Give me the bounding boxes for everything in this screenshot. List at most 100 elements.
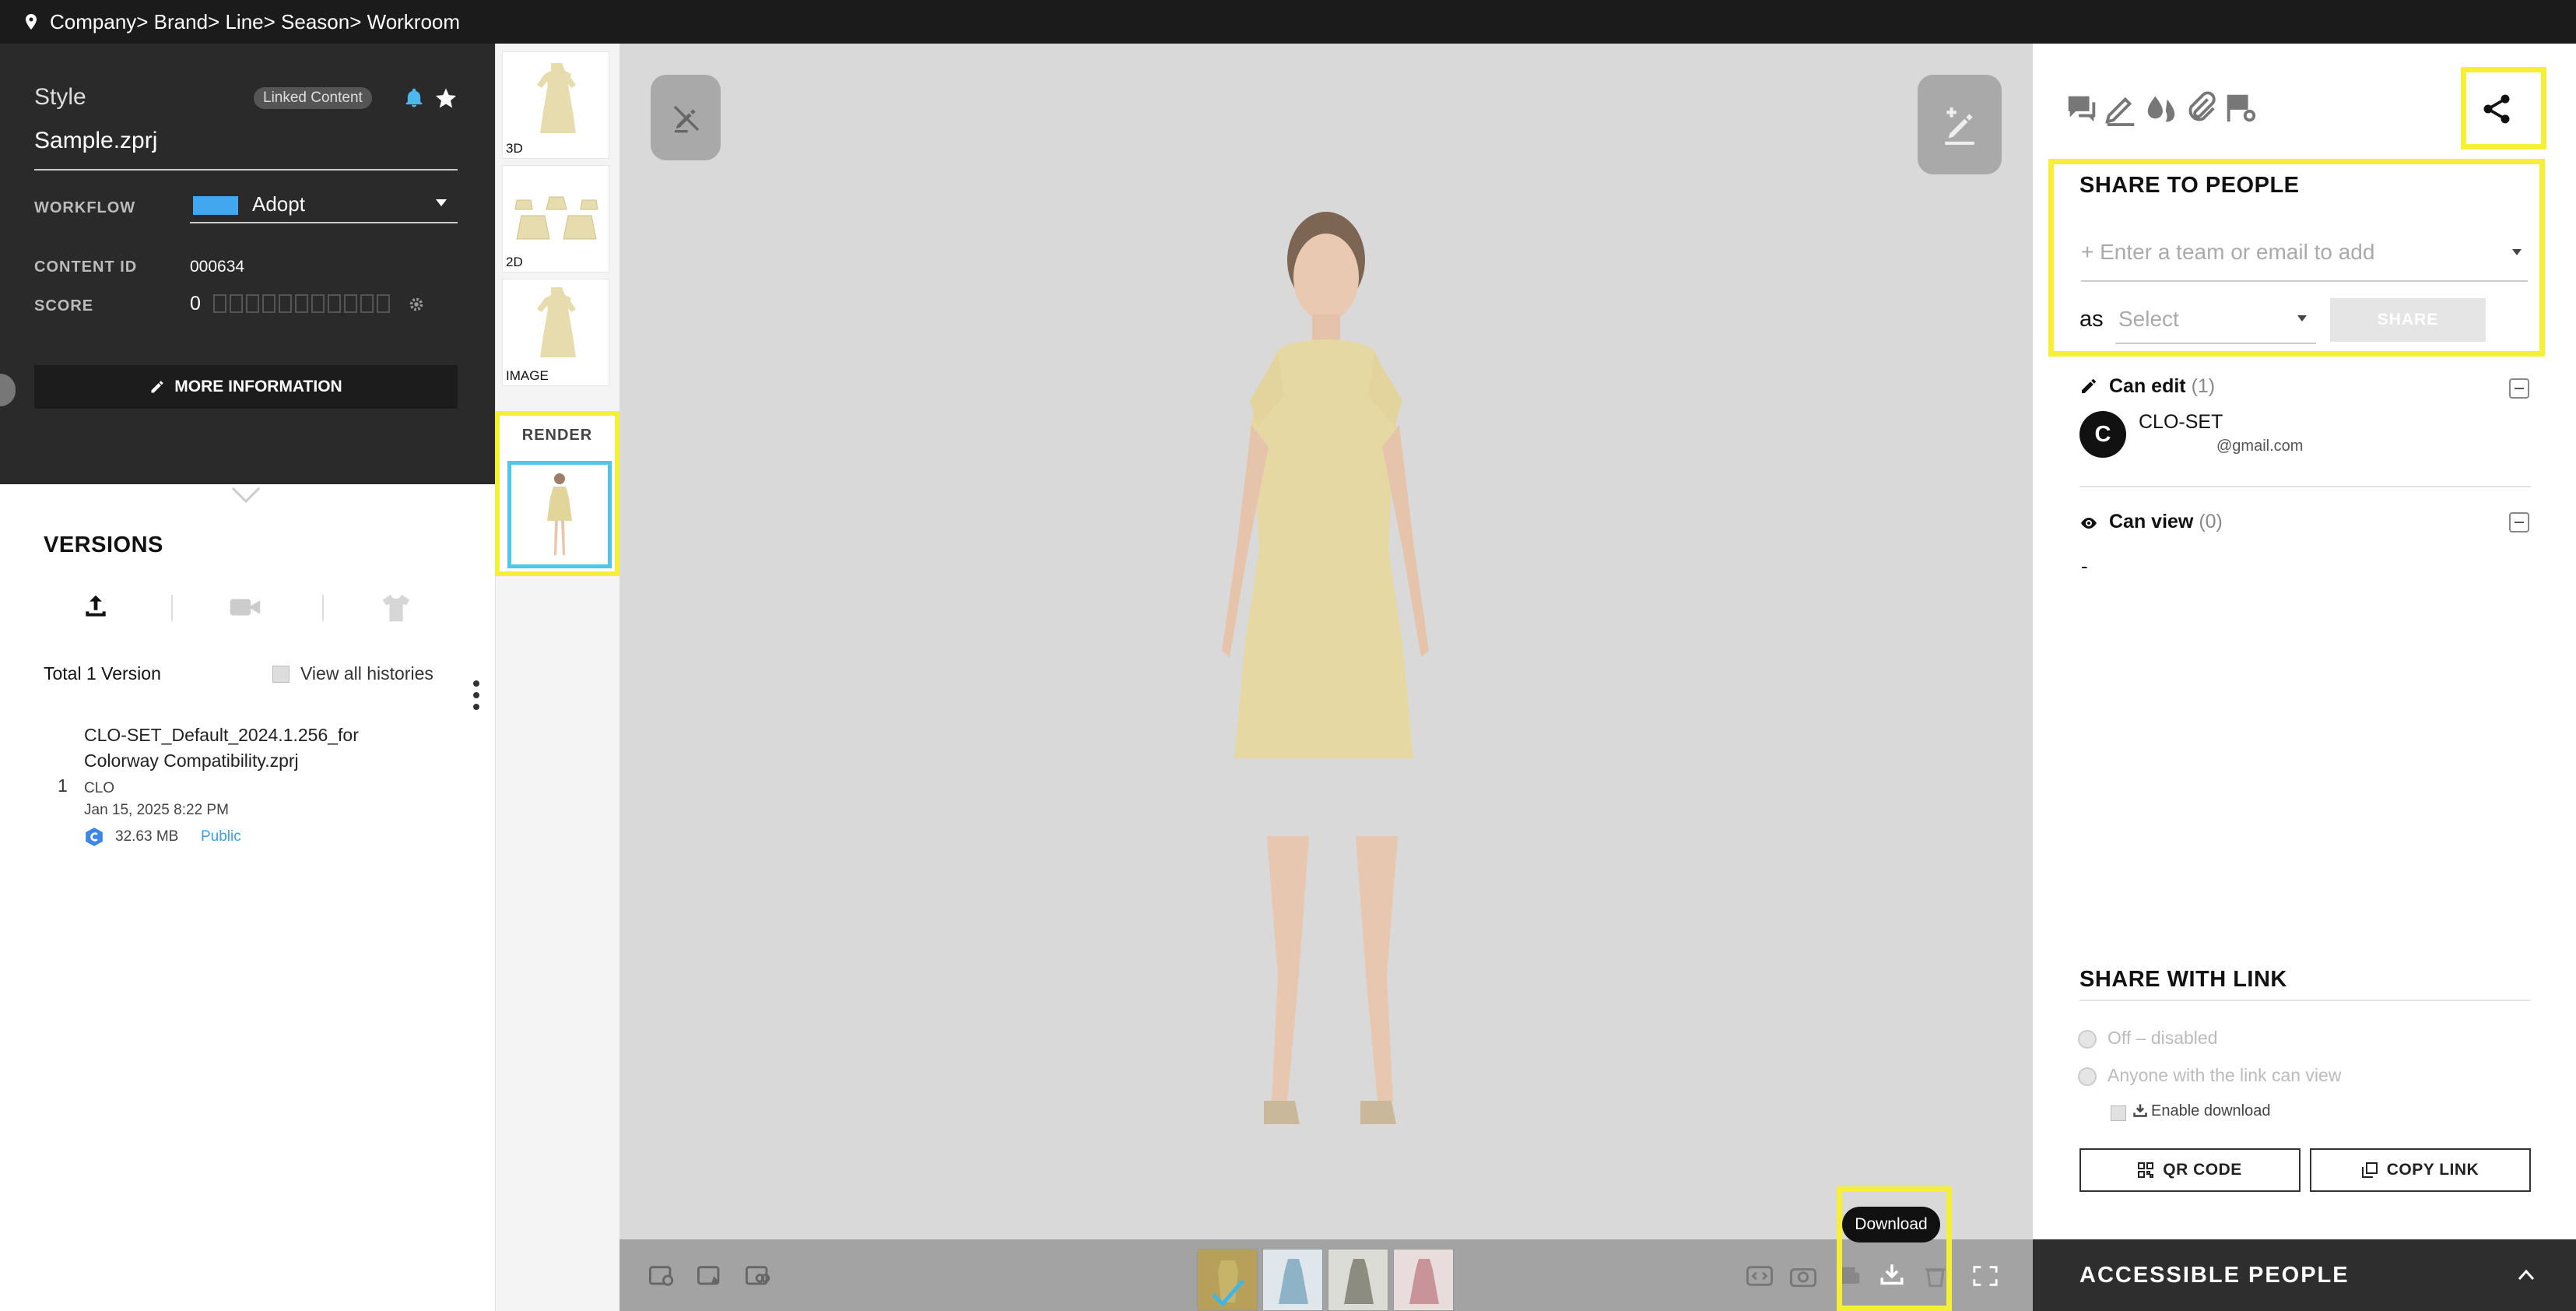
style-filename[interactable]: Sample.zprj	[34, 128, 157, 154]
location-pin-icon	[26, 14, 37, 30]
lighting-view-icon[interactable]	[697, 1264, 724, 1288]
breadcrumb[interactable]: Company> Brand> Line> Season> Workroom	[50, 10, 460, 34]
view-all-histories-checkbox[interactable]	[272, 666, 290, 683]
render-section: RENDER	[495, 411, 619, 576]
version-filename[interactable]: CLO-SET_Default_2024.1.256_for Colorway …	[84, 722, 419, 774]
collapse-can-edit-button[interactable]	[2509, 378, 2529, 399]
share-with-link-title: SHARE WITH LINK	[2079, 967, 2287, 992]
render-label: RENDER	[521, 427, 593, 444]
thumbnail-2d[interactable]: 2D	[502, 165, 609, 272]
thumbnail-label: 3D	[506, 141, 523, 156]
select-underline	[2115, 343, 2316, 344]
pen-off-icon	[673, 105, 700, 133]
3d-viewer[interactable]	[619, 44, 2033, 1239]
chevron-down-icon[interactable]	[436, 199, 447, 206]
flag-link-icon[interactable]	[2223, 90, 2258, 126]
add-annotation-button[interactable]	[1918, 75, 2002, 174]
hide-annotation-button[interactable]	[651, 75, 721, 160]
version-visibility[interactable]: Public	[201, 828, 241, 845]
thumbnail-column: 3D 2D IMAGE	[495, 44, 619, 1311]
share-to-people-title: SHARE TO PEOPLE	[2079, 173, 2300, 198]
pen-add-icon	[1945, 107, 1974, 145]
embed-code-icon[interactable]	[1746, 1264, 1773, 1288]
kebab-menu-icon[interactable]	[473, 680, 479, 710]
chevron-down-icon[interactable]	[230, 486, 261, 504]
can-view-text: Can view	[2109, 511, 2194, 532]
workflow-label: WORKFLOW	[34, 199, 136, 216]
can-view-empty: -	[2081, 554, 2088, 578]
divider	[322, 595, 324, 621]
view-all-histories-label[interactable]: View all histories	[300, 663, 433, 684]
can-view-count: (0)	[2199, 511, 2223, 532]
accessible-people-bar[interactable]: ACCESSIBLE PEOPLE	[2033, 1239, 2576, 1311]
color-drop-icon[interactable]	[2143, 90, 2179, 126]
permission-select[interactable]: Select	[2118, 307, 2179, 332]
fullscreen-icon[interactable]	[1972, 1264, 1999, 1288]
divider	[2079, 1000, 2531, 1001]
workflow-select[interactable]: Adopt	[252, 192, 305, 216]
input-underline	[2081, 280, 2528, 282]
link-anyone-label[interactable]: Anyone with the link can view	[2107, 1065, 2341, 1086]
copy-icon	[2361, 1162, 2378, 1178]
content-id-label: CONTENT ID	[34, 258, 138, 276]
share-button[interactable]: SHARE	[2330, 298, 2486, 342]
thumbnail-3d[interactable]: 3D	[502, 51, 609, 159]
breadcrumb-bar: Company> Brand> Line> Season> Workroom	[0, 0, 2576, 44]
garment-icon[interactable]	[380, 593, 412, 623]
divider	[171, 595, 173, 621]
enable-download-checkbox[interactable]	[2111, 1105, 2126, 1121]
bell-icon[interactable]	[403, 86, 425, 110]
material-view-icon[interactable]	[746, 1264, 772, 1288]
collapse-can-view-button[interactable]	[2509, 512, 2529, 532]
qr-code-icon	[2138, 1162, 2154, 1178]
panel-collapse-handle[interactable]	[0, 374, 16, 406]
score-value: 0	[190, 293, 201, 315]
edit-pencil-icon[interactable]	[2103, 90, 2139, 126]
colorway-swatch[interactable]	[1197, 1249, 1258, 1311]
comment-icon[interactable]	[2064, 90, 2100, 126]
more-information-label: MORE INFORMATION	[174, 378, 342, 395]
linked-content-badge[interactable]: Linked Content	[254, 87, 372, 109]
total-versions: Total 1 Version	[44, 663, 161, 684]
link-anyone-radio[interactable]	[2078, 1067, 2097, 1086]
score-label: SCORE	[34, 297, 94, 315]
share-tab-highlight	[2461, 67, 2546, 149]
link-off-radio[interactable]	[2078, 1030, 2097, 1049]
score-meter	[213, 294, 390, 313]
colorway-swatch[interactable]	[1393, 1249, 1454, 1311]
colorway-swatch[interactable]	[1262, 1249, 1323, 1311]
qr-code-button[interactable]: QR CODE	[2079, 1148, 2301, 1192]
team-email-input[interactable]: + Enter a team or email to add	[2081, 240, 2374, 265]
eye-icon	[2081, 518, 2097, 529]
upload-icon[interactable]	[81, 592, 111, 621]
colorway-swatch[interactable]	[1328, 1249, 1388, 1311]
render-thumbnail[interactable]	[507, 461, 612, 568]
attachment-icon[interactable]	[2184, 90, 2220, 126]
dress-colorway-icon	[1344, 1259, 1374, 1304]
download-tooltip: Download	[1842, 1207, 1940, 1242]
copy-link-button[interactable]: COPY LINK	[2310, 1148, 2531, 1192]
screenshot-camera-icon[interactable]	[1790, 1264, 1816, 1288]
filename-underline	[34, 169, 458, 170]
pencil-icon	[2082, 379, 2096, 393]
thumbnail-image[interactable]: IMAGE	[502, 279, 609, 386]
gear-icon[interactable]	[408, 296, 425, 313]
star-icon[interactable]	[434, 86, 458, 110]
version-date: Jan 15, 2025 8:22 PM	[84, 802, 229, 818]
dress-colorway-icon	[1409, 1259, 1439, 1304]
check-icon	[1212, 1260, 1244, 1307]
chevron-down-icon[interactable]	[2512, 249, 2522, 255]
version-size: 32.63 MB	[115, 828, 179, 845]
camera-view-icon[interactable]	[649, 1264, 676, 1288]
enable-download-label[interactable]: Enable download	[2151, 1102, 2270, 1120]
version-author: CLO	[84, 780, 115, 796]
avatar-dress-model-image	[1222, 212, 1429, 1124]
chevron-up-icon[interactable]	[2517, 1267, 2536, 1281]
download-small-icon	[2133, 1104, 2147, 1117]
viewer-toolbar	[619, 1239, 2033, 1311]
can-view-label: Can view (0)	[2109, 511, 2223, 533]
chevron-down-icon[interactable]	[2297, 315, 2307, 322]
link-off-label[interactable]: Off – disabled	[2107, 1028, 2218, 1049]
more-information-button[interactable]: MORE INFORMATION	[34, 365, 458, 409]
video-icon[interactable]	[229, 595, 261, 620]
